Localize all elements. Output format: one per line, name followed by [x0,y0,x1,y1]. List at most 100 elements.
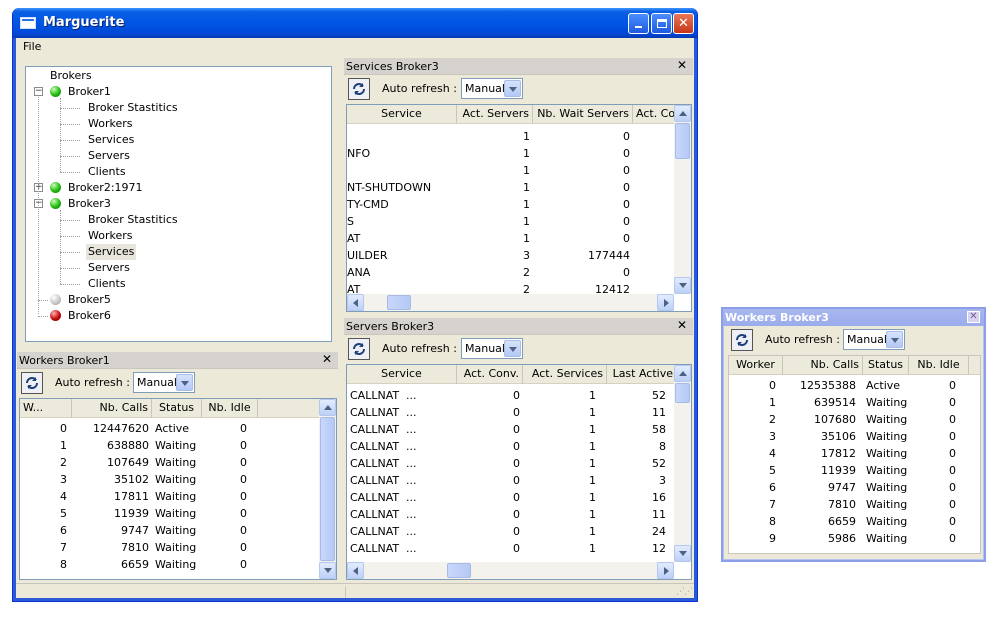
table-row[interactable]: 6 9747 Waiting 0 [20,522,320,539]
table-row[interactable]: ANA 2 0 [347,264,677,281]
table-row[interactable]: 0 12447620 Active 0 [20,420,320,437]
vertical-scrollbar[interactable] [319,399,336,579]
table-row[interactable]: 8 6659 Waiting 0 [729,513,980,530]
tree-child-clients[interactable]: Clients [26,164,326,180]
refresh-button[interactable] [348,78,370,100]
scroll-right-button[interactable] [657,562,674,579]
column-header[interactable]: Status [863,356,909,375]
horizontal-scrollbar[interactable] [347,562,674,579]
refresh-button[interactable] [21,372,43,394]
tree-node-broker5[interactable]: Broker5 [26,292,326,308]
scroll-down-button[interactable] [674,277,691,294]
tree-child-broker-stastitics[interactable]: Broker Stastitics [26,212,326,228]
table-row[interactable]: CALLNAT... 0 1 24 [347,523,677,540]
column-header[interactable]: Service [347,105,457,124]
close-panel-icon[interactable]: ✕ [677,58,687,72]
table-row[interactable]: 2 107680 Waiting 0 [729,411,980,428]
tree-node-broker2-1971[interactable]: + Broker2:1971 [26,180,326,196]
column-header[interactable]: Act. Conv. [457,365,523,384]
broker-tree[interactable]: Brokers − Broker1 Broker Stastitics Workers S… [25,66,332,342]
column-header[interactable]: Nb. Wait Servers [533,105,633,124]
horizontal-scrollbar[interactable] [347,294,674,311]
tree-child-clients[interactable]: Clients [26,276,326,292]
table-row[interactable]: 1 638880 Waiting 0 [20,437,320,454]
column-header[interactable]: W... [20,399,72,418]
table-row[interactable]: NFO 1 0 [347,145,677,162]
refresh-mode-select[interactable]: Manual [461,338,523,359]
title-bar[interactable]: Marguerite ✕ [13,8,697,38]
scroll-up-button[interactable] [674,105,691,122]
expander-icon[interactable]: − [34,87,43,96]
table-row[interactable]: CALLNAT... 0 1 52 [347,387,677,404]
table-row[interactable]: 2 107649 Waiting 0 [20,454,320,471]
refresh-button[interactable] [348,338,370,360]
vertical-scrollbar[interactable] [674,105,691,294]
table-row[interactable]: 7 7810 Waiting 0 [729,496,980,513]
table-row[interactable]: S 1 0 [347,213,677,230]
close-panel-icon[interactable]: ✕ [677,318,687,332]
tree-child-services[interactable]: Services [26,132,326,148]
column-header[interactable]: Status [152,399,202,418]
scroll-thumb[interactable] [675,123,690,159]
refresh-button[interactable] [731,329,753,351]
table-row[interactable]: 3 35102 Waiting 0 [20,471,320,488]
table-row[interactable]: 4 17812 Waiting 0 [729,445,980,462]
close-button[interactable]: ✕ [673,13,694,34]
tree-child-workers[interactable]: Workers [26,116,326,132]
refresh-mode-select[interactable]: Manual [461,78,523,99]
table-row[interactable]: 0 12535388 Active 0 [729,377,980,394]
scroll-up-button[interactable] [674,365,691,382]
scroll-thumb[interactable] [387,295,411,310]
close-panel-icon[interactable]: ✕ [322,352,332,366]
tree-node-broker1[interactable]: − Broker1 [26,84,326,100]
tree-child-servers[interactable]: Servers [26,148,326,164]
table-row[interactable]: TY-CMD 1 0 [347,196,677,213]
table-row[interactable]: CALLNAT... 0 1 12 [347,540,677,557]
table-row[interactable]: CALLNAT... 0 1 3 [347,472,677,489]
column-header[interactable]: Act. Services [523,365,607,384]
table-row[interactable]: CALLNAT... 0 1 8 [347,438,677,455]
tree-root[interactable]: Brokers [50,68,92,84]
column-header[interactable]: Service [347,365,457,384]
table-row[interactable]: CALLNAT... 0 1 52 [347,455,677,472]
column-header[interactable]: Act. Servers [457,105,533,124]
floating-title-bar[interactable]: Workers Broker3 ✕ [723,309,984,326]
table-row[interactable]: 9 5986 Waiting 0 [729,530,980,547]
scroll-left-button[interactable] [347,294,364,311]
tree-node-broker6[interactable]: Broker6 [26,308,326,324]
scroll-right-button[interactable] [657,294,674,311]
table-row[interactable]: 8 6659 Waiting 0 [20,556,320,573]
table-row[interactable]: 5 11939 Waiting 0 [729,462,980,479]
scroll-thumb[interactable] [320,417,335,561]
menu-file[interactable]: File [23,40,41,53]
table-row[interactable]: 4 17811 Waiting 0 [20,488,320,505]
table-row[interactable]: CALLNAT... 0 1 16 [347,489,677,506]
refresh-mode-select[interactable]: Manual [843,329,905,350]
table-row[interactable]: 1 639514 Waiting 0 [729,394,980,411]
refresh-mode-select[interactable]: Manual [133,372,195,393]
table-row[interactable]: CALLNAT... 0 1 11 [347,506,677,523]
scroll-thumb[interactable] [447,563,471,578]
table-row[interactable]: NT-SHUTDOWN 1 0 [347,179,677,196]
scroll-down-button[interactable] [674,545,691,562]
column-header[interactable]: Nb. Idle [909,356,969,375]
scroll-left-button[interactable] [347,562,364,579]
minimize-button[interactable] [628,13,649,34]
scroll-thumb[interactable] [675,383,690,403]
scroll-up-button[interactable] [319,399,336,416]
column-header[interactable]: Last Active [607,365,677,384]
table-row[interactable]: CALLNAT... 0 1 11 [347,404,677,421]
column-header[interactable]: Nb. Idle [202,399,258,418]
maximize-button[interactable] [651,13,672,34]
table-row[interactable]: 10 [347,162,677,179]
resize-grip-icon[interactable]: ⋰⋰ [676,587,693,597]
tree-node-broker3[interactable]: − Broker3 [26,196,326,212]
close-icon[interactable]: ✕ [967,311,980,323]
scroll-down-button[interactable] [319,562,336,579]
vertical-scrollbar[interactable] [674,365,691,562]
tree-child-services[interactable]: Services [26,244,326,260]
table-row[interactable]: 5 11939 Waiting 0 [20,505,320,522]
column-header[interactable]: Nb. Calls [72,399,152,418]
table-row[interactable]: UILDER 3 177444 [347,247,677,264]
column-header[interactable]: Nb. Calls [783,356,863,375]
